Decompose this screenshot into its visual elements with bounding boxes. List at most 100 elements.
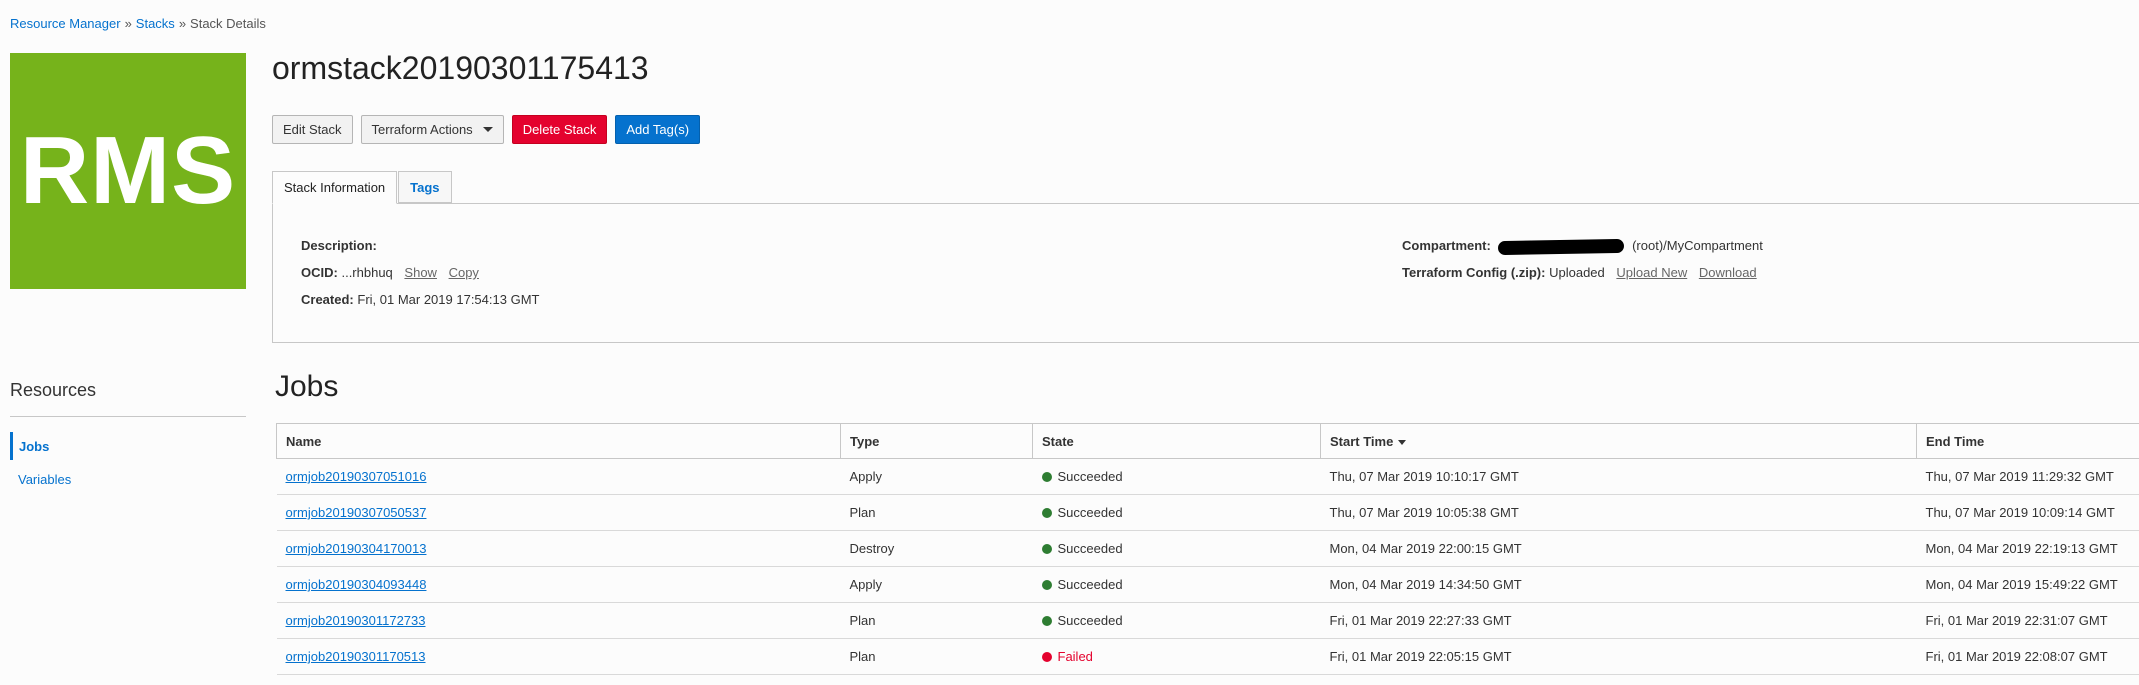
job-type-cell: Plan [840,494,1033,531]
column-header-type[interactable]: Type [840,423,1033,459]
tab-bar: Stack Information Tags [272,171,453,204]
job-name-cell: ormjob20190301170513 [276,638,841,675]
page-title: ormstack20190301175413 [272,50,649,86]
breadcrumb-current: Stack Details [190,16,266,31]
created-row: Created: Fri, 01 Mar 2019 17:54:13 GMT [301,292,539,307]
job-state: Succeeded [1057,613,1123,628]
description-row: Description: [301,238,377,253]
upload-new-link[interactable]: Upload New [1616,265,1687,280]
ocid-row: OCID: ...rhbhuq Show Copy [301,265,479,280]
job-end-cell: Thu, 07 Mar 2019 10:09:14 GMT [1916,494,2139,531]
tab-stack-information[interactable]: Stack Information [272,171,398,204]
stack-logo: RMS [10,53,246,289]
column-header-state[interactable]: State [1032,423,1321,459]
compartment-label: Compartment: [1402,238,1491,253]
jobs-title: Jobs [275,370,339,403]
status-success-icon [1041,616,1052,626]
column-header-end-time[interactable]: End Time [1916,423,2139,459]
job-type-cell: Apply [840,566,1033,603]
ocid-value: ...rhbhuq [341,265,393,280]
job-name-link[interactable]: ormjob20190304170013 [286,541,427,556]
table-row: ormjob20190301172733 Plan Succeeded Fri,… [276,602,2139,639]
terraform-config-label: Terraform Config (.zip): [1402,265,1546,280]
jobs-table: Name Type State Start Time End Time ormj… [276,423,2139,675]
job-name-link[interactable]: ormjob20190301170513 [286,649,426,664]
created-value: Fri, 01 Mar 2019 17:54:13 GMT [357,292,540,307]
job-end-cell: Mon, 04 Mar 2019 22:19:13 GMT [1916,530,2139,567]
job-state-cell: Succeeded [1032,494,1321,531]
job-start-cell: Fri, 01 Mar 2019 22:05:15 GMT [1320,638,1917,675]
add-tags-button[interactable]: Add Tag(s) [615,115,701,144]
job-start-cell: Mon, 04 Mar 2019 22:00:15 GMT [1320,530,1917,567]
job-type-cell: Destroy [840,530,1033,567]
job-state-cell: Succeeded [1032,602,1321,639]
job-name-link[interactable]: ormjob20190307051016 [286,469,427,484]
status-success-icon [1041,580,1052,590]
table-row: ormjob20190307050537 Plan Succeeded Thu,… [276,494,2139,531]
breadcrumb-separator: » [178,16,187,31]
status-success-icon [1041,472,1052,482]
terraform-actions-dropdown[interactable]: Terraform Actions [360,115,504,144]
sort-descending-icon [1398,439,1407,445]
download-link[interactable]: Download [1699,265,1757,280]
ocid-copy-link[interactable]: Copy [449,265,479,280]
job-state: Succeeded [1057,541,1123,556]
breadcrumb-resource-manager[interactable]: Resource Manager [10,16,121,31]
terraform-actions-label: Terraform Actions [371,122,473,137]
status-success-icon [1041,544,1052,554]
job-name-link[interactable]: ormjob20190307050537 [286,505,427,520]
job-state-cell: Succeeded [1032,458,1321,495]
table-row: ormjob20190304170013 Destroy Succeeded M… [276,530,2139,567]
compartment-value: (root)/MyCompartment [1632,238,1763,253]
stack-information-panel: Description: OCID: ...rhbhuq Show Copy C… [272,203,2139,343]
description-label: Description: [301,238,377,253]
table-row: ormjob20190304093448 Apply Succeeded Mon… [276,566,2139,603]
table-row: ormjob20190301170513 Plan Failed Fri, 01… [276,638,2139,675]
job-name-cell: ormjob20190307051016 [276,458,841,495]
job-state-cell: Succeeded [1032,566,1321,603]
resources-title: Resources [10,380,97,400]
terraform-config-row: Terraform Config (.zip): Uploaded Upload… [1402,265,1757,280]
delete-stack-button[interactable]: Delete Stack [511,115,608,144]
start-time-label: Start Time [1330,433,1394,449]
action-toolbar: Edit Stack Terraform Actions Delete Stac… [272,115,701,144]
column-header-name[interactable]: Name [276,423,841,459]
tab-tags[interactable]: Tags [398,171,452,203]
job-name-link[interactable]: ormjob20190301172733 [286,613,426,628]
job-state: Failed [1057,649,1093,664]
job-type-cell: Apply [840,458,1033,495]
job-end-cell: Mon, 04 Mar 2019 15:49:22 GMT [1916,566,2139,603]
column-header-start-time[interactable]: Start Time [1320,423,1917,459]
job-state: Succeeded [1057,469,1123,484]
sidebar-item-variables[interactable]: Variables [10,465,71,493]
job-name-cell: ormjob20190304170013 [276,530,841,567]
jobs-header-row: Name Type State Start Time End Time [276,423,2139,459]
breadcrumb-stacks[interactable]: Stacks [136,16,175,31]
job-type-cell: Plan [840,602,1033,639]
compartment-row: Compartment: (root)/MyCompartment [1402,238,1763,255]
job-name-cell: ormjob20190304093448 [276,566,841,603]
job-end-cell: Fri, 01 Mar 2019 22:31:07 GMT [1916,602,2139,639]
job-state: Succeeded [1057,577,1123,592]
terraform-config-value: Uploaded [1549,265,1605,280]
job-end-cell: Fri, 01 Mar 2019 22:08:07 GMT [1916,638,2139,675]
job-name-link[interactable]: ormjob20190304093448 [286,577,427,592]
logo-text: RMS [19,117,237,224]
status-success-icon [1041,508,1052,518]
resources-divider [10,416,246,417]
job-start-cell: Thu, 07 Mar 2019 10:05:38 GMT [1320,494,1917,531]
created-label: Created: [301,292,354,307]
chevron-down-icon [482,127,493,132]
edit-stack-button[interactable]: Edit Stack [272,115,353,144]
job-start-cell: Fri, 01 Mar 2019 22:27:33 GMT [1320,602,1917,639]
job-name-cell: ormjob20190307050537 [276,494,841,531]
sidebar-item-jobs[interactable]: Jobs [10,432,49,460]
job-state: Succeeded [1057,505,1123,520]
job-start-cell: Mon, 04 Mar 2019 14:34:50 GMT [1320,566,1917,603]
status-failed-icon [1041,652,1052,662]
job-type-cell: Plan [840,638,1033,675]
job-state-cell: Failed [1032,638,1321,675]
breadcrumb-separator: » [124,16,132,31]
ocid-show-link[interactable]: Show [404,265,437,280]
job-name-cell: ormjob20190301172733 [276,602,841,639]
